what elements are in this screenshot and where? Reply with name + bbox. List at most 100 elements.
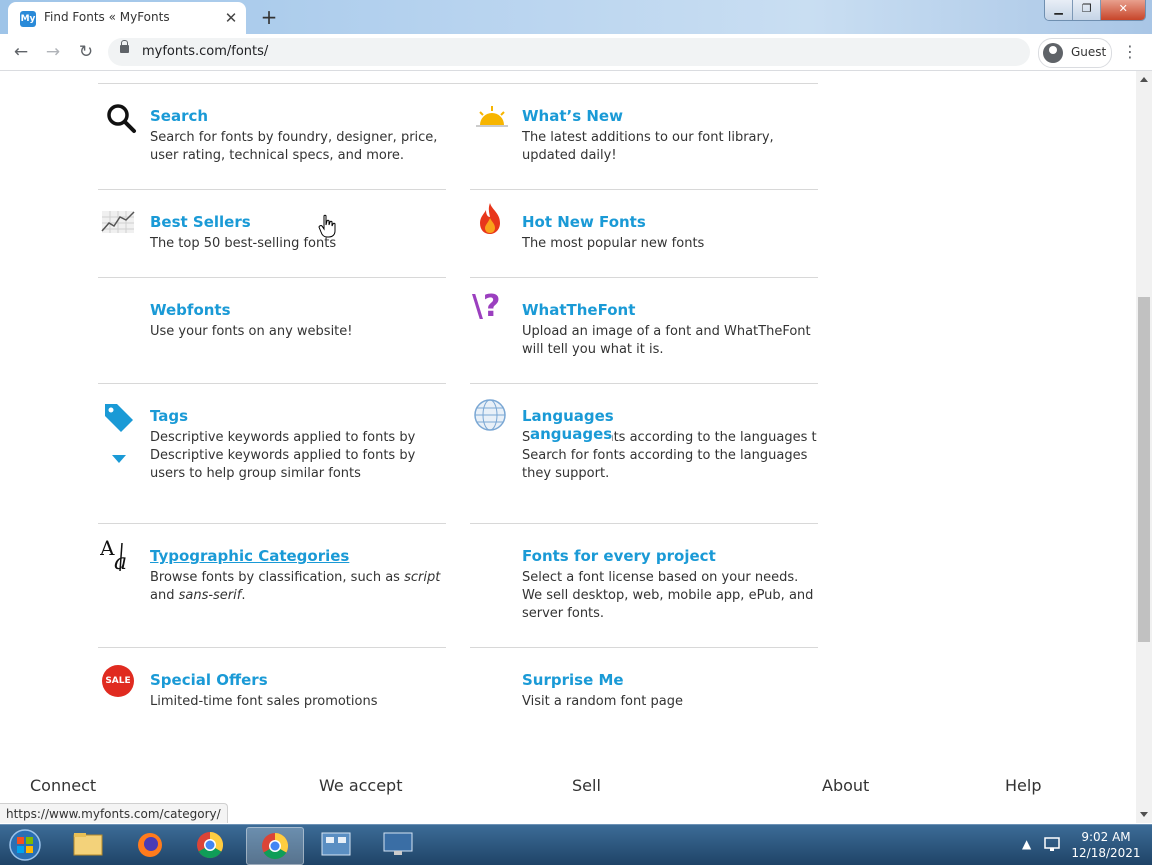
divider (470, 277, 818, 278)
address-bar[interactable]: myfonts.com/fonts/ (108, 38, 1030, 66)
minimize-button[interactable]: ▁ (1045, 0, 1074, 20)
start-button-icon[interactable] (4, 828, 46, 862)
nav-item-search[interactable]: Search Search for fonts by foundry, desi… (150, 107, 450, 165)
type-category-icon: A a (100, 537, 127, 573)
close-window-button[interactable]: ✕ (1101, 0, 1145, 20)
item-description: The top 50 best-selling fonts (150, 236, 337, 251)
item-title[interactable]: Languages (522, 407, 822, 425)
profile-button[interactable]: Guest (1038, 38, 1112, 68)
item-title[interactable]: WhatTheFont (522, 301, 822, 319)
divider (98, 83, 818, 84)
footer-sell[interactable]: Sell (572, 776, 601, 795)
item-description: Search for fonts by foundry, designer, p… (150, 130, 438, 163)
footer-connect[interactable]: Connect (30, 776, 96, 795)
nav-item-languages[interactable]: Languages Search for fonts according to … (522, 407, 822, 483)
footer-help[interactable]: Help (1005, 776, 1041, 795)
hand-cursor-icon (318, 214, 336, 238)
url-text[interactable]: myfonts.com/fonts/ (142, 44, 268, 59)
item-description: Descriptive keywords applied to fonts by… (150, 448, 416, 481)
desc-prefix: Browse fonts by classification, such as (150, 570, 405, 585)
desc-suffix: . (241, 588, 246, 603)
firefox-icon[interactable] (122, 827, 178, 863)
item-title[interactable]: What’s New (522, 107, 822, 125)
item-title[interactable]: Surprise Me (522, 671, 822, 689)
profile-label: Guest (1071, 45, 1107, 59)
tab-close-icon[interactable]: ✕ (222, 9, 240, 27)
myfonts-favicon-icon: My (20, 11, 36, 27)
item-description: Search for fonts according to the langua… (522, 448, 808, 481)
nav-item-webfonts[interactable]: Webfonts Use your fonts on any website! (150, 301, 450, 341)
file-explorer-icon[interactable] (60, 827, 116, 863)
restore-button[interactable]: ❐ (1073, 0, 1102, 20)
lock-icon (120, 40, 129, 53)
chevron-down-icon[interactable] (112, 455, 126, 463)
divider (98, 383, 446, 384)
item-title[interactable]: Fonts for every project (522, 547, 822, 565)
tray-expand-icon[interactable]: ▲ (1022, 837, 1031, 851)
divider (98, 189, 446, 190)
vertical-scrollbar[interactable] (1136, 71, 1152, 823)
item-title[interactable]: Tags (150, 407, 450, 425)
footer-we-accept[interactable]: We accept (319, 776, 402, 795)
nav-item-fonts-for-every-project[interactable]: Fonts for every project Select a font li… (522, 547, 822, 623)
whatthefont-icon: \? (472, 289, 501, 324)
divider (470, 523, 818, 524)
forward-arrow-icon[interactable]: → (42, 42, 64, 62)
status-bar-url: https://www.myfonts.com/category/ (0, 803, 228, 823)
item-description: Browse fonts by classification, such as … (150, 569, 450, 605)
divider (470, 383, 818, 384)
item-description: The latest additions to our font library… (522, 130, 774, 163)
item-description: Limited-time font sales promotions (150, 694, 378, 709)
browser-tab[interactable]: My Find Fonts « MyFonts ✕ (8, 2, 246, 34)
languages-overlap-title[interactable]: anguages (530, 429, 613, 443)
window-controls: ▁ ❐ ✕ (1044, 0, 1146, 21)
chart-icon (101, 211, 135, 233)
nav-item-typographic-categories[interactable]: Typographic Categories Browse fonts by c… (150, 547, 450, 605)
divider (470, 647, 818, 648)
network-icon[interactable] (1042, 834, 1062, 854)
item-title[interactable]: Special Offers (150, 671, 450, 689)
nav-item-tags[interactable]: Tags Descriptive keywords applied to fon… (150, 407, 450, 483)
nav-item-whatthefont[interactable]: WhatTheFont Upload an image of a font an… (522, 301, 822, 359)
sale-icon: SALE (102, 665, 134, 697)
tab-title: Find Fonts « MyFonts (44, 10, 170, 24)
item-title[interactable]: Best Sellers (150, 213, 450, 231)
item-title[interactable]: Hot New Fonts (522, 213, 822, 231)
divider (98, 647, 446, 648)
nav-item-special-offers[interactable]: Special Offers Limited-time font sales p… (150, 671, 450, 711)
desc-em-sans-serif: sans-serif (178, 588, 242, 603)
new-tab-plus-icon[interactable]: + (256, 5, 282, 29)
chrome-icon[interactable] (182, 827, 238, 863)
item-title[interactable]: Webfonts (150, 301, 450, 319)
scroll-up-arrow-icon[interactable] (1140, 77, 1148, 82)
menu-kebab-icon[interactable]: ⋮ (1122, 42, 1138, 62)
control-panel-icon[interactable] (308, 827, 364, 863)
nav-item-hot-new-fonts[interactable]: Hot New Fonts The most popular new fonts (522, 213, 822, 253)
scrollbar-thumb[interactable] (1138, 297, 1150, 642)
back-arrow-icon[interactable]: ← (10, 42, 32, 62)
nav-item-surprise-me[interactable]: Surprise Me Visit a random font page (522, 671, 822, 711)
tag-icon (105, 404, 133, 432)
remote-desktop-icon[interactable] (370, 827, 426, 863)
taskbar-clock[interactable]: 9:02 AM 12/18/2021 (1066, 829, 1146, 861)
nav-item-whats-new[interactable]: What’s New The latest additions to our f… (522, 107, 822, 165)
browser-tab-strip: My Find Fonts « MyFonts ✕ + ▁ ❐ ✕ (0, 0, 1152, 34)
browser-toolbar: ← → ↻ myfonts.com/fonts/ Guest ⋮ (0, 34, 1152, 71)
chrome-active-icon[interactable] (246, 827, 304, 865)
clock-time: 9:02 AM (1081, 830, 1131, 844)
scroll-down-arrow-icon[interactable] (1140, 812, 1148, 817)
divider (470, 189, 818, 190)
desc-em-script: script (404, 570, 441, 585)
item-title[interactable]: Typographic Categories (150, 547, 450, 565)
magnifier-icon (107, 104, 136, 133)
divider (98, 523, 446, 524)
item-title[interactable]: Search (150, 107, 450, 125)
windows-taskbar: ▲ 9:02 AM 12/18/2021 (0, 824, 1152, 865)
item-description-truncated: Search for fonts according to the langua… (522, 429, 822, 447)
item-description: Upload an image of a font and WhatTheFon… (522, 324, 811, 357)
nav-item-best-sellers[interactable]: Best Sellers The top 50 best-selling fon… (150, 213, 450, 253)
reload-icon[interactable]: ↻ (75, 42, 97, 62)
footer-about[interactable]: About (822, 776, 869, 795)
flame-icon (480, 203, 500, 234)
item-description-truncated: Descriptive keywords applied to fonts by… (150, 430, 416, 445)
